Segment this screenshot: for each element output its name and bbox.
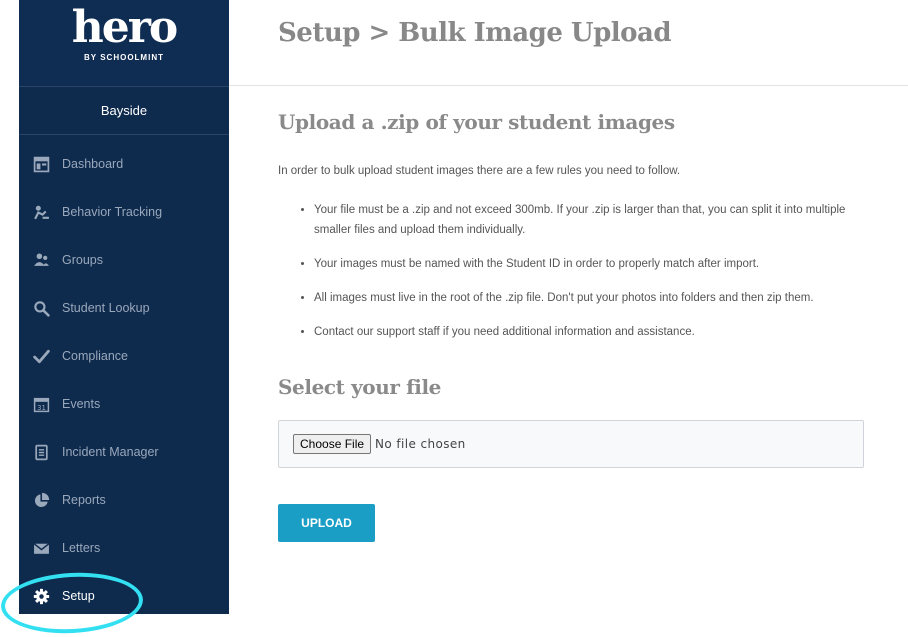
search-icon bbox=[32, 299, 50, 317]
document-icon bbox=[32, 443, 50, 461]
sidebar-item-label: Letters bbox=[62, 541, 101, 555]
file-input[interactable]: Choose File No file chosen bbox=[278, 420, 864, 468]
sidebar-item-dashboard[interactable]: Dashboard bbox=[19, 140, 229, 188]
list-item: Your file must be a .zip and not exceed … bbox=[314, 200, 874, 240]
sidebar-item-groups[interactable]: Groups bbox=[19, 236, 229, 284]
sidebar-item-setup[interactable]: Setup bbox=[19, 572, 229, 620]
sidebar-item-letters[interactable]: Letters bbox=[19, 524, 229, 572]
upload-button[interactable]: UPLOAD bbox=[278, 504, 375, 542]
sidebar-item-label: Setup bbox=[62, 589, 95, 603]
brand-logo[interactable]: hero BY SCHOOLMINT bbox=[19, 0, 229, 86]
sidebar-item-behavior-tracking[interactable]: Behavior Tracking bbox=[19, 188, 229, 236]
logo-tagline: BY SCHOOLMINT bbox=[84, 53, 164, 62]
sidebar-item-label: Events bbox=[62, 397, 101, 411]
sidebar-item-label: Compliance bbox=[62, 349, 129, 363]
sidebar-item-incident-manager[interactable]: Incident Manager bbox=[19, 428, 229, 476]
dashboard-icon bbox=[32, 155, 50, 173]
svg-text:31: 31 bbox=[37, 403, 46, 411]
gear-icon bbox=[32, 587, 50, 605]
list-item: All images must live in the root of the … bbox=[314, 288, 874, 308]
page-header: Setup > Bulk Image Upload bbox=[229, 0, 908, 86]
sidebar-item-label: Student Lookup bbox=[62, 301, 150, 315]
sidebar-item-label: Reports bbox=[62, 493, 106, 507]
upload-heading: Upload a .zip of your student images bbox=[278, 110, 675, 134]
rules-list: Your file must be a .zip and not exceed … bbox=[278, 200, 874, 356]
envelope-icon bbox=[32, 539, 50, 557]
logo-wordmark: hero bbox=[71, 2, 179, 53]
choose-file-button[interactable]: Choose File bbox=[293, 434, 372, 454]
sidebar-item-label: Dashboard bbox=[62, 157, 124, 171]
list-item: Your images must be named with the Stude… bbox=[314, 254, 874, 274]
pie-chart-icon bbox=[32, 491, 50, 509]
sidebar-item-compliance[interactable]: Compliance bbox=[19, 332, 229, 380]
sidebar-item-label: Groups bbox=[62, 253, 103, 267]
school-name[interactable]: Bayside bbox=[19, 86, 229, 135]
behavior-tracking-icon bbox=[32, 203, 50, 221]
page-title: Setup > Bulk Image Upload bbox=[278, 18, 672, 48]
select-file-heading: Select your file bbox=[278, 375, 441, 399]
groups-icon bbox=[32, 251, 50, 269]
sidebar-item-events[interactable]: 31 Events bbox=[19, 380, 229, 428]
sidebar-item-label: Behavior Tracking bbox=[62, 205, 163, 219]
sidebar-item-student-lookup[interactable]: Student Lookup bbox=[19, 284, 229, 332]
main-content: Upload a .zip of your student images In … bbox=[278, 110, 868, 542]
sidebar: hero BY SCHOOLMINT Bayside Dashboard Beh… bbox=[19, 0, 229, 614]
sidebar-item-reports[interactable]: Reports bbox=[19, 476, 229, 524]
sidebar-item-label: Incident Manager bbox=[62, 445, 159, 459]
intro-text: In order to bulk upload student images t… bbox=[278, 165, 681, 177]
calendar-icon: 31 bbox=[32, 395, 50, 413]
sidebar-nav: Dashboard Behavior Tracking Groups Stude… bbox=[19, 140, 229, 620]
list-item: Contact our support staff if you need ad… bbox=[314, 322, 874, 342]
file-status-text: No file chosen bbox=[375, 437, 466, 451]
checkmark-icon bbox=[32, 347, 50, 365]
